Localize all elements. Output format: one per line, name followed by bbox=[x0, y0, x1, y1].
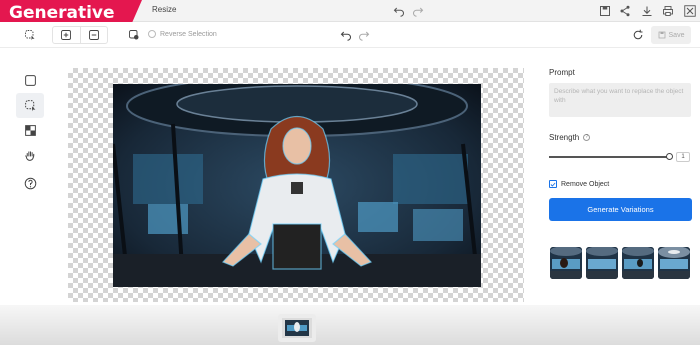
print-icon[interactable] bbox=[661, 4, 675, 18]
save-button[interactable]: Save bbox=[651, 26, 691, 44]
refresh-icon[interactable] bbox=[630, 27, 646, 43]
strength-slider[interactable]: 1 bbox=[549, 152, 691, 162]
close-icon[interactable] bbox=[683, 4, 697, 18]
variation-thumbnail[interactable] bbox=[550, 247, 582, 279]
invert-tool[interactable] bbox=[16, 118, 44, 143]
variation-thumbnail[interactable] bbox=[622, 247, 654, 279]
rectangle-tool[interactable] bbox=[16, 68, 44, 93]
slider-track bbox=[549, 156, 669, 158]
generate-variations-button[interactable]: Generate Variations bbox=[549, 198, 692, 221]
strength-label: Strength bbox=[549, 133, 580, 142]
reverse-selection-toggle[interactable]: Reverse Selection bbox=[148, 30, 217, 38]
strength-value-input[interactable]: 1 bbox=[676, 152, 690, 162]
invert-icon bbox=[24, 125, 36, 136]
object-select-icon[interactable] bbox=[126, 27, 142, 43]
save-file-icon[interactable] bbox=[598, 4, 612, 18]
redo-icon[interactable] bbox=[356, 27, 372, 43]
resize-label[interactable]: Resize bbox=[152, 5, 176, 14]
undo-icon[interactable] bbox=[392, 4, 406, 18]
lasso-select-icon bbox=[24, 100, 35, 112]
undo-icon[interactable] bbox=[338, 27, 354, 43]
variation-thumbnails bbox=[550, 247, 690, 279]
slider-thumb[interactable] bbox=[666, 153, 673, 160]
pan-tool[interactable] bbox=[16, 143, 44, 168]
rectangle-icon bbox=[24, 75, 36, 86]
reverse-selection-label: Reverse Selection bbox=[160, 30, 217, 38]
variation-thumbnail[interactable] bbox=[586, 247, 618, 279]
lasso-tool[interactable] bbox=[16, 93, 44, 118]
check-icon bbox=[550, 182, 556, 187]
add-square-icon bbox=[61, 30, 72, 40]
redo-icon[interactable] bbox=[411, 4, 425, 18]
selection-mode-group bbox=[52, 26, 108, 44]
subtract-selection-button[interactable] bbox=[81, 27, 108, 43]
image-canvas[interactable] bbox=[68, 68, 524, 302]
subtract-square-icon bbox=[88, 30, 99, 40]
reverse-selection-radio[interactable] bbox=[148, 30, 156, 38]
prompt-input[interactable]: Describe what you want to replace the ob… bbox=[549, 83, 691, 117]
current-image-thumbnail bbox=[282, 318, 312, 338]
remove-object-checkbox[interactable] bbox=[549, 180, 557, 188]
variation-thumbnail[interactable] bbox=[658, 247, 690, 279]
editor-toolbar: Reverse Selection Save bbox=[0, 22, 700, 48]
filmstrip-bar bbox=[0, 305, 700, 345]
settings-panel: Prompt Describe what you want to replace… bbox=[549, 68, 692, 221]
tool-column bbox=[16, 68, 44, 196]
strength-help-icon[interactable]: ? bbox=[583, 134, 591, 141]
save-icon bbox=[658, 31, 665, 39]
filmstrip-thumbnail[interactable] bbox=[278, 314, 316, 342]
lasso-select-icon[interactable] bbox=[22, 27, 38, 43]
remove-object-label: Remove Object bbox=[561, 180, 610, 188]
share-icon[interactable] bbox=[618, 4, 632, 18]
add-selection-button[interactable] bbox=[53, 27, 81, 43]
save-label: Save bbox=[668, 31, 685, 39]
hand-icon bbox=[24, 151, 34, 161]
help-icon bbox=[24, 177, 36, 190]
remove-object-toggle[interactable]: Remove Object bbox=[549, 180, 692, 188]
edited-image[interactable] bbox=[113, 84, 481, 287]
download-icon[interactable] bbox=[640, 4, 654, 18]
help-tool[interactable] bbox=[16, 171, 44, 196]
prompt-label: Prompt bbox=[549, 68, 575, 77]
